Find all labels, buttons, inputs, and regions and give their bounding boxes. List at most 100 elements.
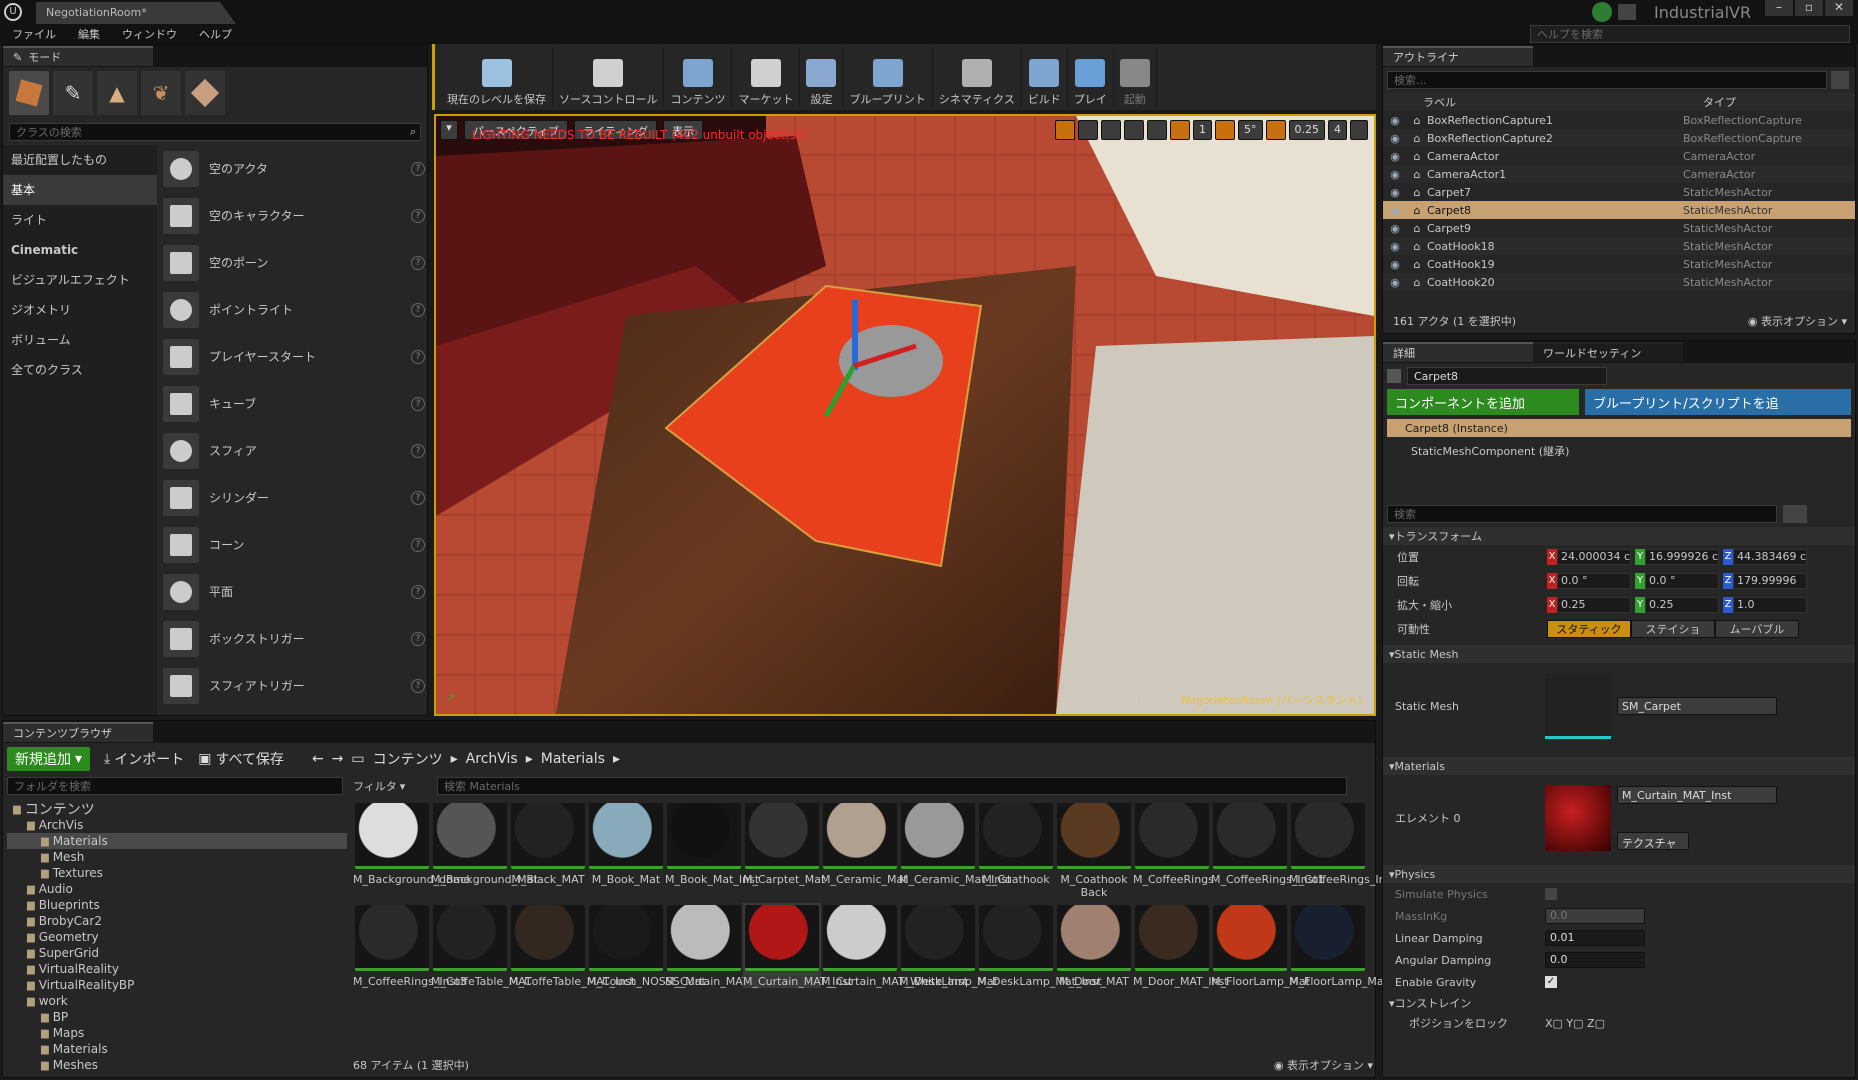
placeable-item[interactable]: 空のキャラクター? [163,192,425,239]
folder-tree-item[interactable]: ▆ コンテンツ [7,801,347,818]
asset-tile[interactable]: M_Couch_NOSSS_Mat [587,903,706,988]
property-matrix-icon[interactable] [1783,505,1807,523]
toolbar-button[interactable]: ブループリント [843,47,933,107]
toolbar-button[interactable]: 起動 [1114,47,1157,107]
transform-field[interactable]: 44.383469 c [1733,549,1807,565]
foliage-mode-icon[interactable]: ❦ [141,71,181,115]
scale-snap-icon[interactable] [1265,120,1286,140]
transform-field[interactable]: 0.25 [1557,597,1631,613]
static-mesh-picker[interactable]: SM_Carpet [1617,697,1777,715]
static-mesh-section-header[interactable]: ▾ Static Mesh [1383,645,1855,663]
outliner-row[interactable]: ◉ ⌂ CameraActor1 CameraActor [1383,165,1855,183]
outliner-view-options-button[interactable]: ◉ 表示オプション ▾ [1748,313,1847,329]
asset-tile[interactable]: M_CoffeTable_MAT [431,903,532,988]
category-item[interactable]: ビジュアルエフェクト [3,265,157,295]
mobility-option[interactable]: ステイショ [1631,620,1715,638]
menu-edit[interactable]: 編集 [78,26,100,42]
placeable-item[interactable]: キューブ? [163,380,425,427]
level-tab[interactable]: NegotiationRoom* [36,2,236,24]
asset-tile[interactable]: M_Curtain_MAT_Inst [743,903,852,988]
lock-xyz-checkboxes[interactable]: X▢ Y▢ Z▢ [1545,1017,1605,1030]
folder-tree-item[interactable]: ▆ Meshes [7,1057,347,1071]
help-icon[interactable]: ? [411,255,425,270]
outliner-settings-icon[interactable] [1831,71,1849,89]
angular-damping-field[interactable]: 0.0 [1545,952,1645,968]
forward-icon[interactable]: → [332,751,344,767]
rotation-snap-value[interactable]: 5° [1238,120,1263,140]
outliner-search-input[interactable]: 検索... [1387,71,1827,89]
outliner-row[interactable]: ◉ ⌂ BoxReflectionCapture2 BoxReflectionCapt… [1383,129,1855,147]
place-mode-icon[interactable] [9,71,49,115]
placeable-item[interactable]: スフィア? [163,427,425,474]
asset-tile[interactable]: M_CoffeeRings [1133,801,1214,886]
world-settings-tab[interactable]: ワールドセッティン [1533,342,1683,362]
select-mode-icon[interactable] [1055,120,1075,140]
outliner-row[interactable]: ◉ ⌂ CoatHook20 StaticMeshActor [1383,273,1855,291]
outliner-tab[interactable]: アウトライナ [1383,46,1533,66]
breadcrumb-archvis[interactable]: ArchVis [466,751,518,767]
save-all-button[interactable]: ▣ すべて保存 [198,749,284,769]
folder-tree-item[interactable]: ▆ Mesh [7,849,347,865]
help-search-input[interactable]: ヘルプを検索 [1530,25,1850,43]
folder-tree-item[interactable]: ▆ BrobyCar2 [7,913,347,929]
asset-tile[interactable]: M_Coathook Back [1055,801,1133,899]
folder-tree-item[interactable]: ▆ VirtualRealityBP [7,977,347,993]
details-search-input[interactable]: 検索 [1387,505,1777,523]
physics-section-header[interactable]: ▾ Physics [1383,865,1855,883]
static-mesh-thumbnail[interactable] [1545,673,1611,739]
toolbar-button[interactable]: 設定 [800,47,844,107]
enable-gravity-checkbox[interactable]: ✓ [1545,976,1557,988]
actor-name-field[interactable]: Carpet8 [1407,367,1607,385]
rotation-snap-icon[interactable] [1215,120,1235,140]
scale-snap-value[interactable]: 0.25 [1288,120,1325,140]
folder-tree-item[interactable]: ▆ VirtualReality [7,961,347,977]
breadcrumb-materials[interactable]: Materials [541,751,605,767]
grid-size[interactable]: 1 [1193,120,1212,140]
visibility-eye-icon[interactable]: ◉ [1383,240,1407,253]
visibility-eye-icon[interactable]: ◉ [1383,204,1407,217]
transform-field[interactable]: 0.0 ° [1557,573,1631,589]
placeable-item[interactable]: 空のアクタ? [163,145,425,192]
outliner-row[interactable]: ◉ ⌂ Carpet8 StaticMeshActor [1383,201,1855,219]
toolbar-button[interactable]: マーケット [732,47,801,107]
asset-tile[interactable]: M_Book_Mat_Inst [665,801,759,886]
placeable-item[interactable]: プレイヤースタート? [163,333,425,380]
placeable-item[interactable]: 空のポーン? [163,239,425,286]
folder-tree-item[interactable]: ▆ Maps [7,1025,347,1041]
menu-window[interactable]: ウィンドウ [122,26,177,42]
help-icon[interactable]: ? [411,537,425,552]
help-icon[interactable]: ? [411,443,425,458]
asset-tile[interactable]: M_CoffeeRings_Inst1 [1211,801,1325,886]
textures-button[interactable]: テクスチャ [1617,832,1689,850]
asset-tile[interactable]: M_Carptet_Mat [743,801,825,886]
asset-tile[interactable]: M_Curtain_MAT_White_Inst [821,903,968,988]
category-item[interactable]: ジオメトリ [3,295,157,325]
grid-snap-icon[interactable] [1170,120,1190,140]
placeable-item[interactable]: ボックストリガー? [163,615,425,662]
world-local-icon[interactable] [1147,120,1167,140]
asset-search-input[interactable]: 検索 Materials [437,777,1347,795]
breadcrumb-contents[interactable]: コンテンツ [373,749,443,769]
visibility-eye-icon[interactable]: ◉ [1383,186,1407,199]
visibility-eye-icon[interactable]: ◉ [1383,258,1407,271]
materials-section-header[interactable]: ▾ Materials [1383,757,1855,775]
help-icon[interactable]: ? [411,161,425,176]
category-item[interactable]: ボリューム [3,325,157,355]
folder-tree-item[interactable]: ▆ Materials [7,1041,347,1057]
transform-field[interactable]: 0.0 ° [1645,573,1719,589]
folder-tree-item[interactable]: ▆ ArchVis [7,817,347,833]
asset-tile[interactable]: M_Book_Mat [587,801,665,886]
material-thumbnail[interactable] [1545,785,1611,851]
folder-tree-item[interactable]: ▆ Audio [7,881,347,897]
asset-tile[interactable]: M_Curtain_MAT [665,903,749,988]
asset-tile[interactable]: M_Black_MAT [509,801,587,886]
category-item[interactable]: ライト [3,205,157,235]
level-viewport[interactable]: ▾ パースペクティブ ライティング 表示 LIGHTING NEEDS TO B… [434,114,1376,716]
modes-tab[interactable]: ✎ モード [3,46,153,66]
category-item[interactable]: Cinematic [3,235,157,265]
mobility-option[interactable]: スタティック [1547,620,1631,638]
outliner-row[interactable]: ◉ ⌂ CoatHook18 StaticMeshActor [1383,237,1855,255]
help-icon[interactable]: ? [411,302,425,317]
visibility-eye-icon[interactable]: ◉ [1383,132,1407,145]
scale-icon[interactable] [1124,120,1144,140]
